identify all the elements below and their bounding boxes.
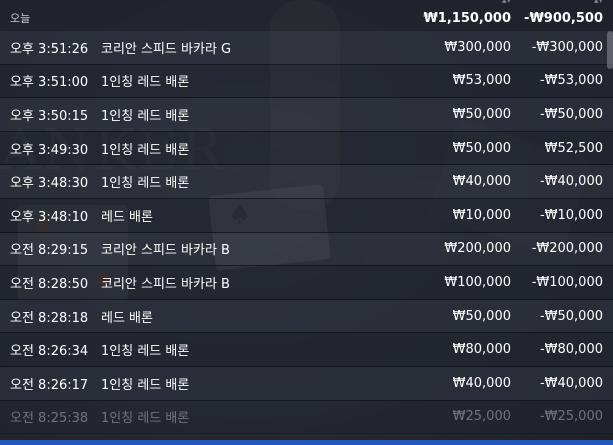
bet-amount: ₩100,000 [444, 274, 511, 290]
bet-amount: ₩80,000 [452, 342, 511, 358]
bet-history-row[interactable]: 오후 3:48:10 레드 배론 ₩10,000 -₩10,000 [0, 198, 613, 233]
game-name: 1인칭 레드 배론 [101, 411, 190, 427]
game-name: 1인칭 레드 배론 [101, 176, 190, 192]
game-name: 1인칭 레드 배론 [101, 344, 190, 360]
bet-amount: ₩50,000 [452, 140, 511, 156]
bet-time: 오전 8:28:18 [10, 310, 89, 326]
bet-history-row[interactable]: 오전 8:25:38 1인칭 레드 배론 ₩25,000 -₩25,000 [0, 400, 613, 435]
game-name: 1인칭 레드 배론 [101, 108, 190, 124]
win-amount: -₩80,000 [539, 342, 603, 358]
column-hint-win: ▴▾ [593, 0, 603, 6]
win-amount: -₩40,000 [539, 375, 603, 391]
bottom-accent-bar [0, 440, 613, 445]
bet-history-row[interactable]: 오후 3:50:15 1인칭 레드 배론 ₩50,000 -₩50,000 [0, 98, 613, 132]
bet-time: 오후 3:50:15 [10, 108, 89, 124]
bet-time: 오전 8:26:17 [10, 377, 89, 393]
bet-time: 오후 3:51:00 [10, 75, 89, 91]
bet-amount: ₩40,000 [452, 174, 511, 190]
bet-history-row[interactable]: 오전 8:28:18 레드 배론 ₩50,000 -₩50,000 [0, 299, 613, 334]
bet-time: 오전 8:26:34 [10, 344, 89, 360]
win-amount: -₩100,000 [531, 274, 603, 290]
bet-amount: ₩10,000 [452, 207, 511, 223]
bet-history-row[interactable]: 오후 3:48:30 1인칭 레드 배론 ₩40,000 -₩40,000 [0, 165, 613, 199]
game-name: 코리안 스피드 바카라 B [101, 276, 230, 292]
bet-history-row[interactable]: 오전 8:26:17 1인칭 레드 배론 ₩40,000 -₩40,000 [0, 366, 613, 401]
game-name: 1인칭 레드 배론 [101, 142, 190, 158]
win-amount: -₩25,000 [539, 409, 603, 425]
bet-history-row[interactable]: 오전 8:29:15 코리안 스피드 바카라 B ₩200,000 -₩200,… [0, 232, 613, 267]
win-amount: -₩50,000 [539, 308, 603, 324]
game-name: 1인칭 레드 배론 [101, 377, 190, 393]
daily-summary-row: ▴▾ ▴▾ 오늘 ₩1,150,000 -₩900,500 [0, 0, 613, 31]
bet-history-row[interactable]: 오후 3:49:30 1인칭 레드 배론 ₩50,000 ₩52,500 [0, 131, 613, 166]
win-amount: -₩53,000 [539, 73, 603, 89]
bet-amount: ₩300,000 [444, 39, 511, 55]
bet-amount: ₩53,000 [452, 73, 511, 89]
total-bet-amount: ₩1,150,000 [423, 11, 511, 26]
win-amount: ₩52,500 [544, 140, 603, 156]
bet-amount: ₩50,000 [452, 106, 511, 122]
game-name: 코리안 스피드 바카라 B [101, 243, 230, 259]
bet-time: 오전 8:25:38 [10, 411, 89, 427]
bet-history-list: 오후 3:51:26 코리안 스피드 바카라 G ₩300,000 -₩300,… [0, 31, 613, 435]
game-name: 레드 배론 [101, 310, 153, 326]
bet-history-panel: ▴▾ ▴▾ 오늘 ₩1,150,000 -₩900,500 오후 3:51:26… [0, 0, 613, 445]
bet-amount: ₩40,000 [452, 375, 511, 391]
bet-time: 오전 8:29:15 [10, 243, 89, 259]
win-amount: -₩10,000 [539, 207, 603, 223]
win-amount: -₩50,000 [539, 106, 603, 122]
bet-time: 오후 3:48:30 [10, 176, 89, 192]
bet-time: 오후 3:48:10 [10, 209, 89, 225]
bet-history-row[interactable]: 오후 3:51:00 1인칭 레드 배론 ₩53,000 -₩53,000 [0, 64, 613, 99]
total-win-amount: -₩900,500 [524, 11, 603, 26]
bet-amount: ₩200,000 [444, 241, 511, 257]
win-amount: -₩300,000 [531, 39, 603, 55]
date-group-label: 오늘 [10, 12, 31, 25]
game-name: 레드 배론 [101, 209, 153, 225]
game-name: 코리안 스피드 바카라 G [101, 41, 232, 57]
list-scrollbar[interactable] [607, 31, 613, 69]
bet-amount: ₩25,000 [452, 409, 511, 425]
bet-time: 오후 3:49:30 [10, 142, 89, 158]
bet-amount: ₩50,000 [452, 308, 511, 324]
bet-history-row[interactable]: 오후 3:51:26 코리안 스피드 바카라 G ₩300,000 -₩300,… [0, 31, 613, 65]
bet-history-row[interactable]: 오전 8:28:50 코리안 스피드 바카라 B ₩100,000 -₩100,… [0, 266, 613, 300]
game-name: 1인칭 레드 배론 [101, 75, 190, 91]
win-amount: -₩40,000 [539, 174, 603, 190]
column-hint-bet: ▴▾ [501, 0, 511, 6]
bet-history-row[interactable]: 오전 8:26:34 1인칭 레드 배론 ₩80,000 -₩80,000 [0, 333, 613, 367]
win-amount: -₩200,000 [531, 241, 603, 257]
bet-time: 오후 3:51:26 [10, 41, 89, 57]
bet-time: 오전 8:28:50 [10, 276, 89, 292]
